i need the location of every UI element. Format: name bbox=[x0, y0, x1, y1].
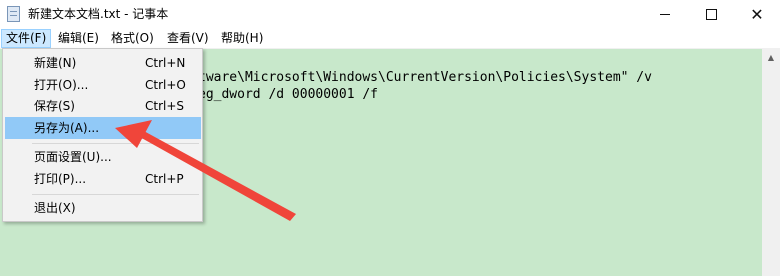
menu-item-label: 打开(O)... bbox=[34, 78, 89, 92]
menu-item-save-as[interactable]: 另存为(A)... bbox=[5, 117, 201, 139]
maximize-icon bbox=[705, 9, 717, 20]
menu-item-label: 退出(X) bbox=[34, 201, 76, 215]
close-button[interactable]: ✕ bbox=[734, 0, 780, 29]
menu-item-print[interactable]: 打印(P)... Ctrl+P bbox=[5, 168, 201, 190]
editor-line-2: eg_dword /d 00000001 /f bbox=[198, 87, 379, 102]
notepad-icon bbox=[7, 6, 20, 22]
minimize-icon bbox=[660, 14, 670, 15]
menu-item-label: 打印(P)... bbox=[34, 172, 87, 186]
menu-item-exit[interactable]: 退出(X) bbox=[5, 197, 201, 219]
menu-item-new[interactable]: 新建(N) Ctrl+N bbox=[5, 52, 201, 74]
menu-item-shortcut: Ctrl+S bbox=[145, 99, 185, 113]
maximize-button[interactable] bbox=[688, 0, 734, 29]
menu-item-shortcut: Ctrl+P bbox=[145, 172, 184, 186]
vertical-scrollbar[interactable]: ▲ bbox=[762, 49, 780, 276]
menu-item-page-setup[interactable]: 页面设置(U)... bbox=[5, 146, 201, 168]
menu-item-label: 另存为(A)... bbox=[34, 121, 100, 135]
menu-item-shortcut: Ctrl+O bbox=[145, 78, 186, 92]
menu-item-label: 页面设置(U)... bbox=[34, 150, 112, 164]
title-bar: 新建文本文档.txt - 记事本 ✕ bbox=[0, 0, 780, 29]
menu-item-save[interactable]: 保存(S) Ctrl+S bbox=[5, 95, 201, 117]
menu-help[interactable]: 帮助(H) bbox=[217, 29, 267, 48]
window-title: 新建文本文档.txt - 记事本 bbox=[28, 7, 169, 21]
menu-separator bbox=[32, 143, 199, 144]
menu-bar: 文件(F) 编辑(E) 格式(O) 查看(V) 帮助(H) bbox=[0, 29, 780, 49]
minimize-button[interactable] bbox=[642, 0, 688, 29]
menu-item-shortcut: Ctrl+N bbox=[145, 56, 186, 70]
menu-file[interactable]: 文件(F) bbox=[1, 29, 52, 48]
menu-separator bbox=[32, 194, 199, 195]
close-icon: ✕ bbox=[750, 5, 764, 24]
scroll-up-arrow-icon[interactable]: ▲ bbox=[762, 49, 780, 66]
menu-format[interactable]: 格式(O) bbox=[107, 29, 158, 48]
menu-item-open[interactable]: 打开(O)... Ctrl+O bbox=[5, 74, 201, 96]
editor-line-1: tware\Microsoft\Windows\CurrentVersion\P… bbox=[198, 70, 652, 85]
menu-item-label: 保存(S) bbox=[34, 99, 75, 113]
menu-view[interactable]: 查看(V) bbox=[163, 29, 213, 48]
menu-item-label: 新建(N) bbox=[34, 56, 77, 70]
file-menu-dropdown: 新建(N) Ctrl+N 打开(O)... Ctrl+O 保存(S) Ctrl+… bbox=[2, 48, 203, 222]
menu-edit[interactable]: 编辑(E) bbox=[54, 29, 103, 48]
